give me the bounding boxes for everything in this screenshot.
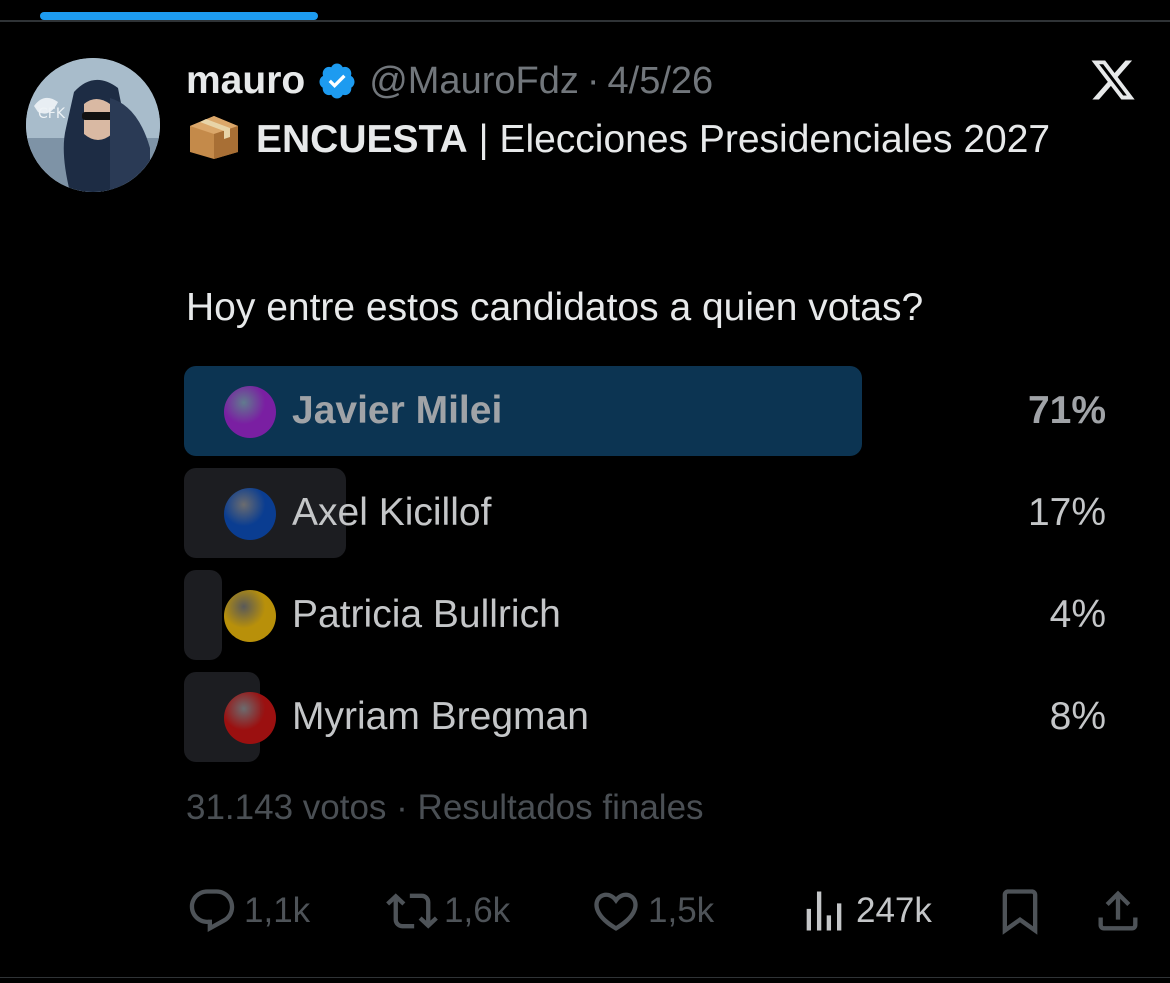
post-date[interactable]: 4/5/26 [608,60,714,103]
poll-option-percent: 8% [1049,695,1106,738]
poll-option-label: Patricia Bullrich [292,593,561,636]
views-icon [806,891,842,931]
poll-option: Axel Kicillof 17% [184,468,1110,558]
package-emoji-icon [190,116,238,159]
x-logo-icon[interactable] [1088,56,1138,104]
poll-option: Myriam Bregman 8% [184,672,1110,762]
post-title-rest: | Elecciones Presidenciales 2027 [467,118,1051,161]
poll-option-bar [184,570,222,660]
like-button[interactable]: 1,5k [590,884,714,938]
poll-option-percent: 4% [1049,593,1106,636]
author-handle[interactable]: @MauroFdz [369,60,579,103]
svg-text:CFK: CFK [38,106,66,122]
repost-button[interactable]: 1,6k [386,884,510,938]
poll-option-label: Myriam Bregman [292,695,589,738]
poll-option-label: Javier Milei [292,389,503,432]
share-icon [1098,890,1138,931]
poll-meta: 31.143 votos · Resultados finales [186,788,704,827]
author-name[interactable]: mauro [186,59,305,103]
post-header: mauro @MauroFdz · 4/5/26 [186,56,713,106]
top-divider [0,20,1170,22]
poll-status: Resultados finales [417,788,704,827]
like-count: 1,5k [648,891,715,930]
views-count: 247k [856,891,932,930]
reply-icon [189,889,235,933]
action-bar: 1,1k 1,6k 1,5k 247k [186,884,1146,938]
circle-emoji-icon [224,386,276,438]
reply-button[interactable]: 1,1k [186,884,310,938]
post-title-strong: ENCUESTA [256,118,468,161]
share-button[interactable] [1092,884,1144,938]
circle-emoji-icon [224,488,276,540]
bottom-divider [0,977,1170,978]
heart-icon [594,892,638,931]
bookmark-button[interactable] [994,884,1046,938]
repost-icon [386,893,438,929]
poll-option-bar [184,366,862,456]
bookmark-icon [1002,889,1038,935]
poll-option: Javier Milei 71% [184,366,1110,456]
verified-badge-icon [319,63,355,99]
circle-emoji-icon [224,692,276,744]
avatar-image: CFK [26,58,160,192]
avatar[interactable]: CFK [26,58,160,192]
views-button[interactable]: 247k [798,884,932,938]
reply-count: 1,1k [244,891,311,930]
poll-option-percent: 17% [1027,491,1106,534]
poll-votes: 31.143 votos [186,788,387,827]
post-text: ENCUESTA | Elecciones Presidenciales 202… [186,112,1146,168]
circle-emoji-icon [224,590,276,642]
poll-option: Patricia Bullrich 4% [184,570,1110,660]
media-progress-bar [40,12,318,20]
poll-question: Hoy entre estos candidatos a quien votas… [186,286,924,329]
poll: Javier Milei 71% Axel Kicillof 17% Patricia … [184,366,1110,774]
separator-dot: · [586,59,600,102]
poll-option-percent: 71% [1027,389,1106,432]
repost-count: 1,6k [444,891,511,930]
poll-option-label: Axel Kicillof [292,491,492,534]
